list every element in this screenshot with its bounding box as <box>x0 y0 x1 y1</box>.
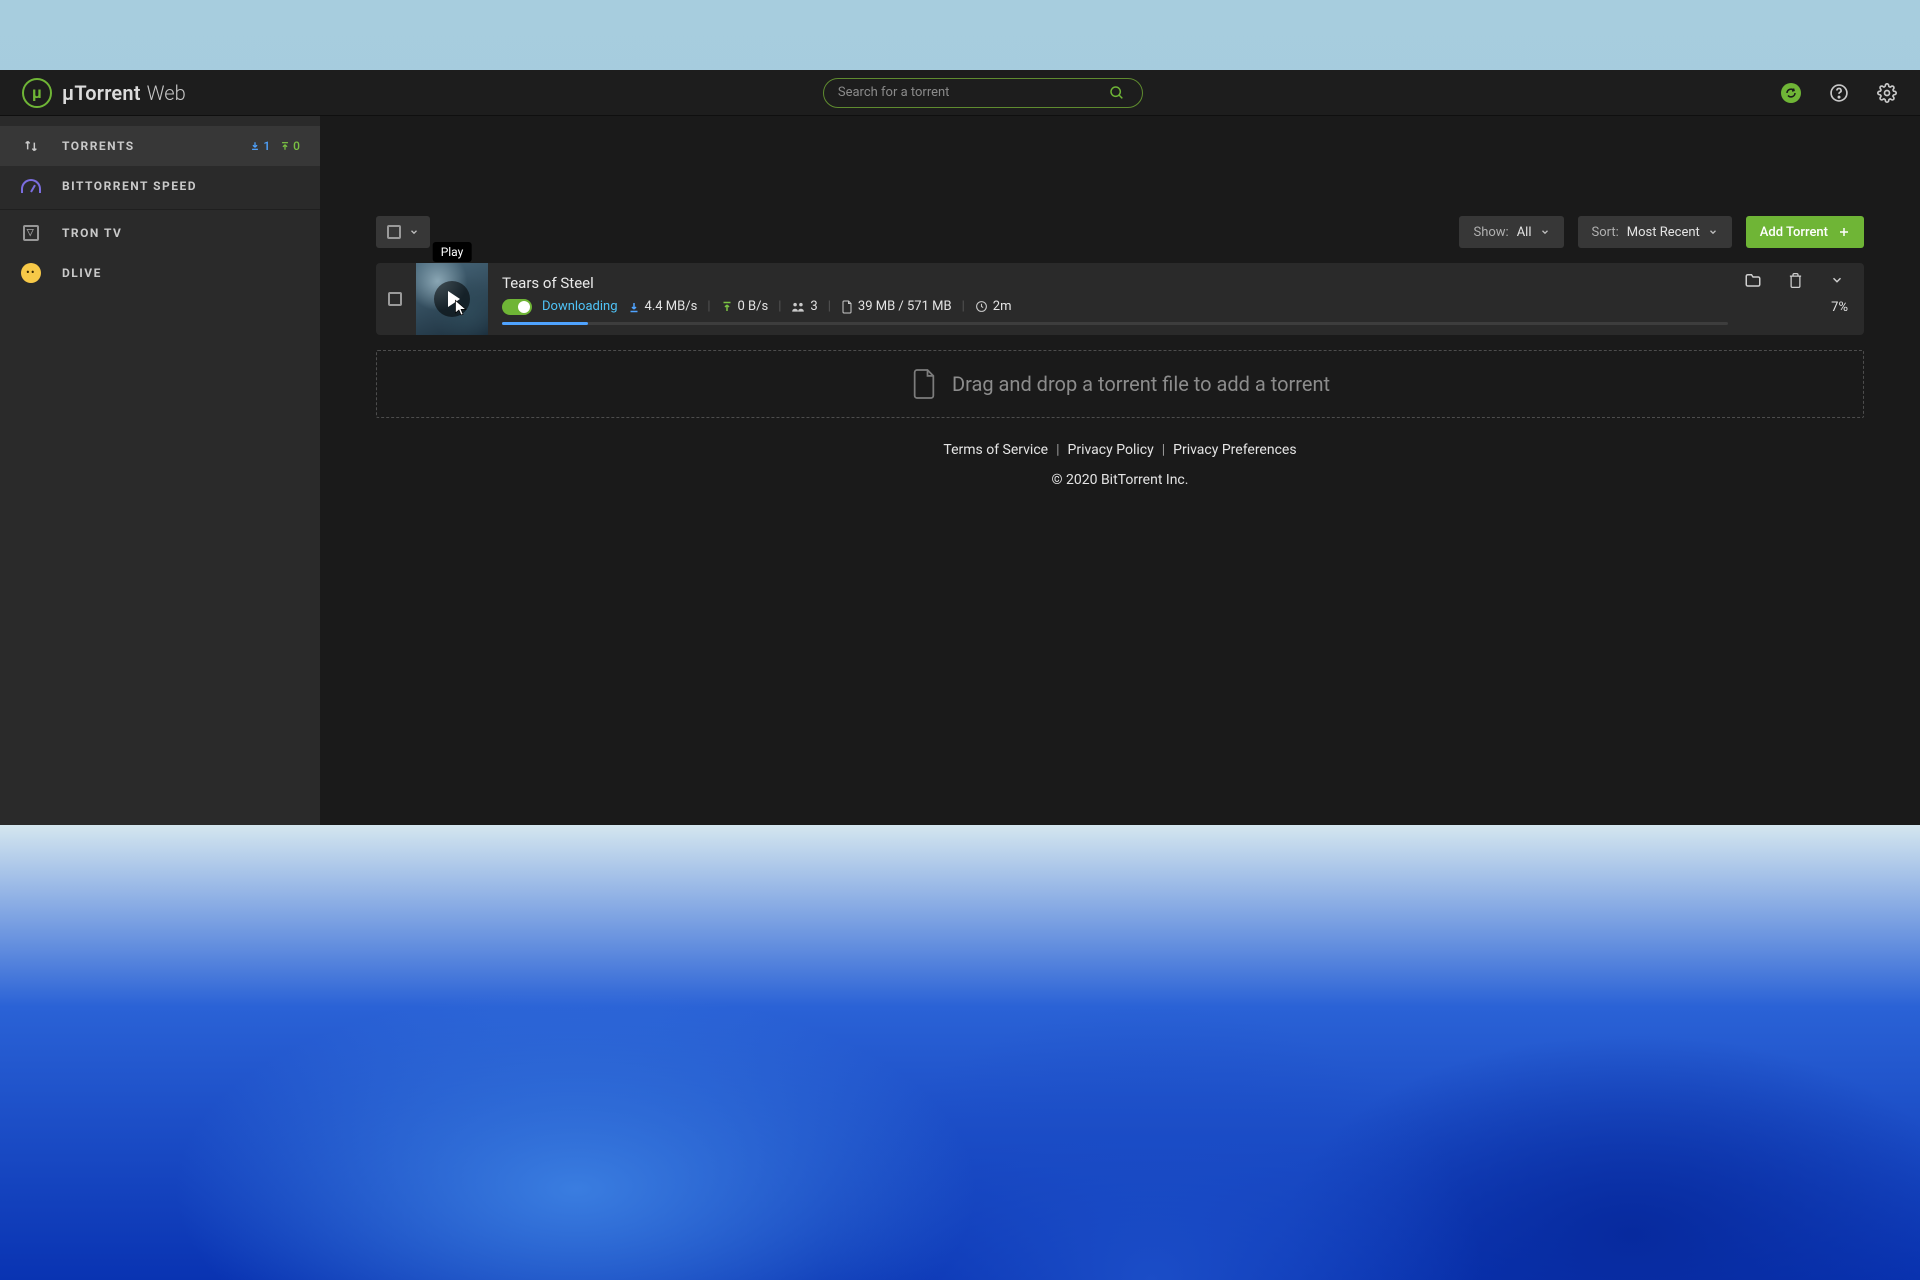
updown-icon <box>20 135 42 157</box>
upload-speed: 0 B/s <box>721 299 769 314</box>
search-input[interactable] <box>838 85 1106 100</box>
footer-link-privacy-policy[interactable]: Privacy Policy <box>1068 442 1154 458</box>
plus-icon <box>1838 226 1850 238</box>
footer-link-privacy-preferences[interactable]: Privacy Preferences <box>1173 442 1296 458</box>
torrent-thumbnail: Play <box>416 263 488 335</box>
active-toggle[interactable] <box>502 299 532 315</box>
utorrent-web-window: µ µTorrent Web <box>0 70 1920 825</box>
delete-button[interactable] <box>1784 269 1806 291</box>
sidebar-item-dlive[interactable]: •• DLIVE <box>0 253 320 293</box>
speedometer-icon <box>20 175 42 197</box>
sidebar-item-bittorrent-speed[interactable]: BITTORRENT SPEED <box>0 166 320 206</box>
show-label: Show: <box>1473 225 1508 240</box>
play-tooltip: Play <box>433 242 472 262</box>
sort-dropdown[interactable]: Sort: Most Recent <box>1578 216 1732 248</box>
downloading-count: 1 <box>250 139 270 153</box>
torrent-toolbar: Show: All Sort: Most Recent Add Torrent <box>376 216 1864 248</box>
select-all-dropdown[interactable] <box>376 216 430 248</box>
checkbox-icon <box>387 225 401 239</box>
peers-icon <box>791 301 805 313</box>
chevron-down-icon <box>1540 227 1550 237</box>
footer-link-terms[interactable]: Terms of Service <box>943 442 1048 458</box>
sidebar-item-label: TRON TV <box>62 226 300 240</box>
drop-zone[interactable]: Drag and drop a torrent file to add a to… <box>376 350 1864 418</box>
app-footer: Terms of Service | Privacy Policy | Priv… <box>376 442 1864 488</box>
download-icon <box>628 301 640 313</box>
torrent-eta: 2m <box>975 299 1012 314</box>
sidebar-item-label: DLIVE <box>62 266 300 280</box>
dlive-icon: •• <box>20 262 42 284</box>
drop-zone-text: Drag and drop a torrent file to add a to… <box>952 372 1330 396</box>
download-speed: 4.4 MB/s <box>628 299 698 314</box>
sidebar-item-label: TORRENTS <box>62 139 230 153</box>
add-torrent-label: Add Torrent <box>1760 225 1828 240</box>
torrent-title: Tears of Steel <box>502 274 1728 292</box>
sidebar: TORRENTS 1 0 <box>0 116 320 825</box>
brand-name: µTorrent <box>62 81 141 105</box>
progress-bar-track <box>502 322 1728 325</box>
file-icon <box>910 367 938 401</box>
open-folder-button[interactable] <box>1742 269 1764 291</box>
sort-label: Sort: <box>1592 225 1619 240</box>
torrent-status: Downloading <box>542 299 618 314</box>
main-content: Show: All Sort: Most Recent Add Torrent <box>320 116 1920 825</box>
seeding-count: 0 <box>280 139 300 153</box>
tron-icon: ▽ <box>20 222 42 244</box>
search-icon[interactable] <box>1106 82 1128 104</box>
row-checkbox[interactable] <box>388 292 402 306</box>
app-header: µ µTorrent Web <box>0 70 1920 116</box>
torrent-percent: 7% <box>1831 300 1848 315</box>
brand-sub: Web <box>147 81 186 105</box>
clock-icon <box>975 300 988 313</box>
logo-icon: µ <box>22 78 52 108</box>
expand-row-button[interactable] <box>1826 269 1848 291</box>
sidebar-item-torrents[interactable]: TORRENTS 1 0 <box>0 126 320 166</box>
help-icon[interactable] <box>1828 82 1850 104</box>
brand-logo[interactable]: µ µTorrent Web <box>22 78 186 108</box>
add-torrent-button[interactable]: Add Torrent <box>1746 216 1864 248</box>
peers-count: 3 <box>791 299 817 314</box>
desktop-wallpaper <box>0 825 1920 1280</box>
settings-gear-icon[interactable] <box>1876 82 1898 104</box>
search-box[interactable] <box>823 78 1143 108</box>
mouse-cursor-icon <box>454 299 468 317</box>
sidebar-divider <box>0 209 320 210</box>
upload-icon <box>721 301 733 313</box>
torrent-size: 39 MB / 571 MB <box>841 299 952 314</box>
show-filter-dropdown[interactable]: Show: All <box>1459 216 1563 248</box>
copyright-text: © 2020 BitTorrent Inc. <box>1052 472 1189 488</box>
chevron-down-icon <box>1708 227 1718 237</box>
sidebar-item-label: BITTORRENT SPEED <box>62 179 300 193</box>
sidebar-item-tron-tv[interactable]: ▽ TRON TV <box>0 213 320 253</box>
sync-badge-icon[interactable] <box>1780 82 1802 104</box>
sort-value: Most Recent <box>1627 225 1700 240</box>
file-icon <box>841 300 853 314</box>
progress-bar-fill <box>502 322 588 325</box>
chevron-down-icon <box>409 227 419 237</box>
torrent-row[interactable]: Play Tears of Steel <box>376 263 1864 335</box>
show-value: All <box>1517 225 1532 240</box>
